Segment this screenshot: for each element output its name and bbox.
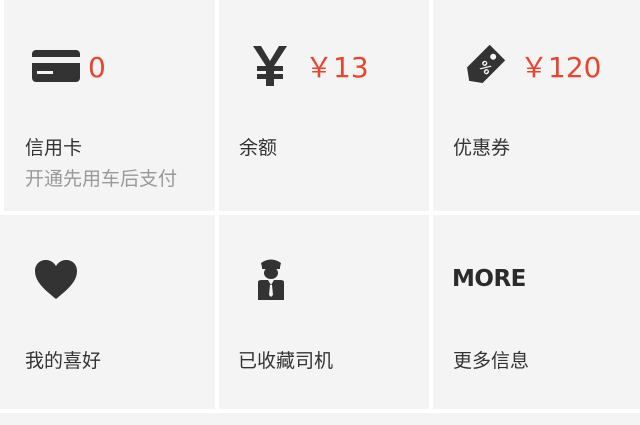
more-icon: MORE <box>452 266 526 292</box>
credit-card-icon <box>32 50 80 86</box>
credit-card-tile[interactable]: 0 信用卡 开通先用车后支付 <box>4 0 215 211</box>
credit-card-label: 信用卡 <box>25 137 83 159</box>
heart-icon <box>35 260 77 304</box>
saved-drivers-label: 已收藏司机 <box>238 350 334 372</box>
balance-tile[interactable]: ￥13 余额 <box>219 0 429 211</box>
yen-icon <box>253 46 287 90</box>
favorites-tile[interactable]: 我的喜好 <box>0 215 215 409</box>
balance-value: ￥13 <box>305 51 369 84</box>
credit-card-value: 0 <box>88 51 106 84</box>
coupons-label: 优惠券 <box>453 137 511 159</box>
credit-card-sublabel: 开通先用车后支付 <box>25 168 178 190</box>
favorites-label: 我的喜好 <box>25 350 102 372</box>
coupons-value: ￥120 <box>520 51 602 84</box>
balance-label: 余额 <box>239 137 278 159</box>
saved-drivers-tile[interactable]: 已收藏司机 <box>219 215 429 409</box>
coupons-tile[interactable]: % ￥120 优惠券 <box>433 0 640 211</box>
more-info-label: 更多信息 <box>453 350 530 372</box>
discount-tag-icon: % <box>459 41 509 95</box>
bottom-strip <box>0 413 640 425</box>
account-tile-grid: 0 信用卡 开通先用车后支付 ￥13 余额 % ￥120 优惠券 我的喜好 已收… <box>0 0 640 425</box>
driver-icon <box>257 258 285 304</box>
more-info-tile[interactable]: MORE 更多信息 <box>433 215 640 409</box>
